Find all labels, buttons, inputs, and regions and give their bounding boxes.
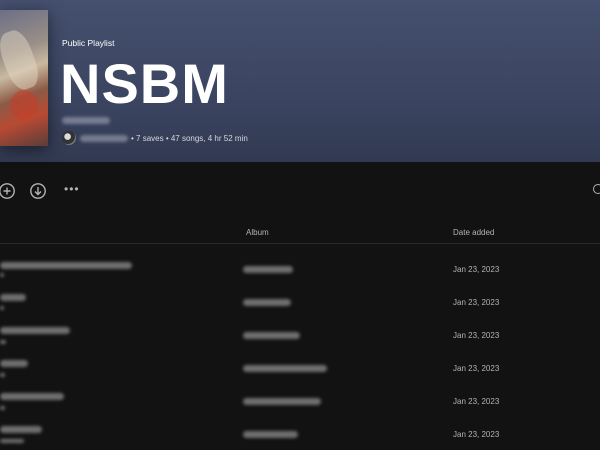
owner-avatar[interactable]	[62, 131, 76, 145]
date-added: Jan 23, 2023	[453, 364, 500, 373]
track-title-redacted[interactable]	[0, 327, 70, 334]
playlist-type-label: Public Playlist	[62, 38, 115, 48]
track-artist-redacted[interactable]	[0, 306, 4, 310]
column-header-date-added[interactable]: Date added	[453, 228, 494, 237]
column-header-album[interactable]: Album	[246, 228, 269, 237]
track-artist-redacted[interactable]	[0, 273, 4, 277]
playlist-cover-image[interactable]	[0, 10, 48, 146]
action-bar: •••	[0, 178, 600, 204]
cover-art-detail	[10, 90, 38, 120]
download-circle-icon[interactable]	[29, 182, 47, 200]
track-title-redacted[interactable]	[0, 262, 132, 269]
playlist-description-redacted	[62, 117, 110, 124]
track-title-redacted[interactable]	[0, 426, 42, 433]
date-added: Jan 23, 2023	[453, 430, 500, 439]
album-name-redacted[interactable]	[243, 332, 300, 339]
table-row[interactable]: Jan 23, 2023	[0, 351, 600, 384]
track-title-redacted[interactable]	[0, 360, 28, 367]
playlist-meta: • 7 saves • 47 songs, 4 hr 52 min	[62, 131, 248, 145]
album-name-redacted[interactable]	[243, 266, 293, 273]
date-added: Jan 23, 2023	[453, 397, 500, 406]
album-name-redacted[interactable]	[243, 299, 291, 306]
more-options-icon[interactable]: •••	[64, 182, 80, 196]
table-row[interactable]: Jan 23, 2023	[0, 318, 600, 351]
track-title-redacted[interactable]	[0, 393, 64, 400]
track-artist-redacted[interactable]	[0, 439, 24, 443]
track-artist-redacted[interactable]	[0, 340, 6, 344]
track-artist-redacted[interactable]	[0, 406, 5, 410]
track-title-redacted[interactable]	[0, 294, 26, 301]
table-row[interactable]: Jan 23, 2023	[0, 417, 600, 450]
cover-art-detail	[0, 26, 44, 94]
date-added: Jan 23, 2023	[453, 298, 500, 307]
owner-name-redacted[interactable]	[80, 134, 128, 142]
playlist-stats: • 7 saves • 47 songs, 4 hr 52 min	[131, 133, 248, 143]
album-name-redacted[interactable]	[243, 365, 327, 372]
album-name-redacted[interactable]	[243, 398, 321, 405]
search-icon[interactable]	[593, 184, 600, 194]
table-row[interactable]: Jan 23, 2023	[0, 285, 600, 318]
date-added: Jan 23, 2023	[453, 331, 500, 340]
album-name-redacted[interactable]	[243, 431, 298, 438]
playlist-header: Public Playlist NSBM • 7 saves • 47 song…	[0, 0, 600, 162]
track-artist-redacted[interactable]	[0, 373, 5, 377]
table-row[interactable]: Jan 23, 2023	[0, 384, 600, 417]
plus-circle-icon[interactable]	[0, 182, 16, 200]
table-row[interactable]: Jan 23, 2023	[0, 252, 600, 285]
table-header-divider	[0, 243, 600, 244]
playlist-title[interactable]: NSBM	[60, 52, 229, 116]
date-added: Jan 23, 2023	[453, 265, 500, 274]
